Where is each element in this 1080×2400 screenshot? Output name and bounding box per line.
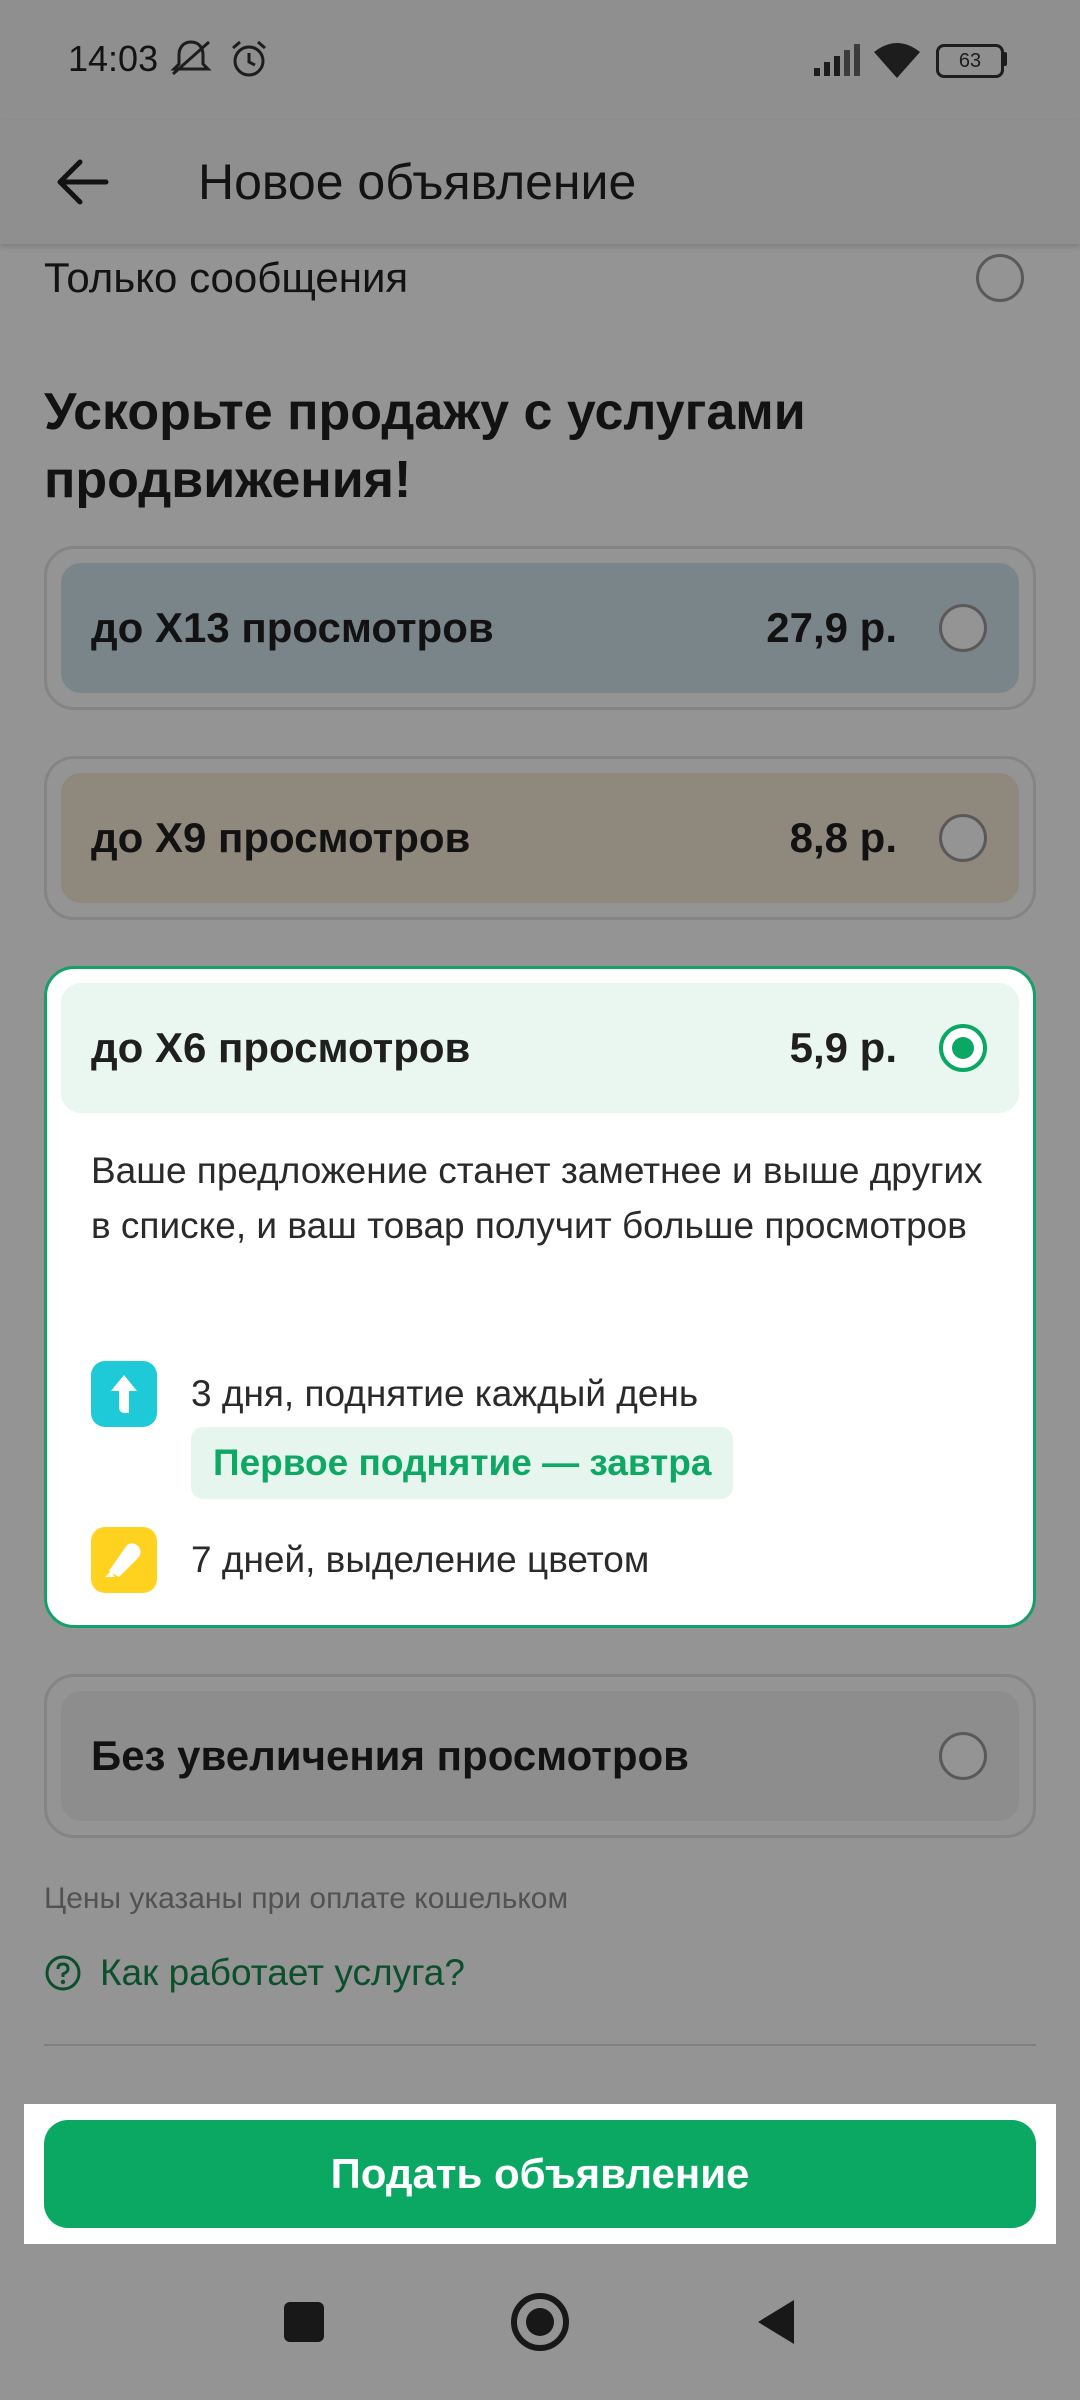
promo-option-x6[interactable]: до X6 просмотров 5,9 р. Ваше предложение… — [44, 966, 1036, 1628]
battery-indicator: 63 — [936, 44, 1004, 78]
notifications-muted-icon — [170, 40, 212, 76]
promo-option-header: Без увеличения просмотров — [61, 1691, 1019, 1821]
app-bar: Новое объявление — [0, 120, 1080, 244]
back-nav-button[interactable] — [740, 2286, 812, 2358]
arrow-back-icon — [57, 159, 109, 205]
feature-text: 3 дня, поднятие каждый день — [191, 1373, 699, 1414]
feature-color-highlight: 7 дней, выделение цветом — [91, 1527, 991, 1597]
highlighter-glyph — [105, 1543, 141, 1577]
wifi-icon — [874, 43, 920, 78]
screen: 14:03 63 Новое объявление Только сообщен… — [0, 0, 1080, 2400]
circle-home-icon — [511, 2293, 569, 2351]
promo-option-header: до X9 просмотров 8,8 р. — [61, 773, 1019, 903]
system-nav-bar — [0, 2244, 1080, 2400]
promo-option-radio[interactable] — [939, 604, 987, 652]
alarm-icon — [232, 40, 266, 77]
promo-option-title: до X13 просмотров — [91, 604, 494, 651]
divider — [44, 2044, 1036, 2046]
bottom-action-panel: Подать объявление — [24, 2104, 1056, 2244]
promo-option-price: 27,9 р. — [766, 604, 897, 651]
promo-heading: Ускорьте продажу с услугами продвижения! — [44, 383, 806, 509]
recents-button[interactable] — [268, 2286, 340, 2358]
arrow-up-glyph — [111, 1375, 137, 1413]
submit-ad-button[interactable]: Подать объявление — [44, 2120, 1036, 2228]
price-note: Цены указаны при оплате кошельком — [44, 1882, 569, 1915]
promo-option-price: 8,8 р. — [789, 814, 897, 861]
promo-option-none[interactable]: Без увеличения просмотров — [44, 1674, 1036, 1838]
messages-only-label: Только сообщения — [44, 254, 409, 301]
square-icon — [284, 2302, 324, 2342]
triangle-back-icon — [758, 2300, 794, 2344]
signal-icon — [814, 44, 860, 76]
feature-text: 7 дней, выделение цветом — [191, 1539, 650, 1580]
highlighter-icon — [91, 1527, 157, 1593]
promo-option-radio-selected[interactable] — [939, 1024, 987, 1072]
promo-option-description: Ваше предложение станет заметнее и выше … — [91, 1150, 983, 1246]
promo-option-radio[interactable] — [939, 814, 987, 862]
status-bar: 14:03 63 — [0, 0, 1080, 120]
promo-option-title: Без увеличения просмотров — [91, 1732, 689, 1779]
first-bump-chip: Первое поднятие — завтра — [191, 1427, 734, 1499]
promo-option-x9[interactable]: до X9 просмотров 8,8 р. — [44, 756, 1036, 920]
messages-only-radio[interactable] — [976, 254, 1024, 302]
arrow-up-icon — [91, 1361, 157, 1427]
promo-option-price: 5,9 р. — [789, 1024, 897, 1071]
promo-option-x13[interactable]: до X13 просмотров 27,9 р. — [44, 546, 1036, 710]
help-icon — [45, 1955, 81, 1991]
how-it-works-label: Как работает услуга? — [100, 1952, 465, 1993]
promo-option-title: до X9 просмотров — [91, 814, 471, 861]
status-time: 14:03 — [68, 38, 159, 79]
page-title: Новое объявление — [198, 154, 637, 210]
promo-option-radio[interactable] — [939, 1732, 987, 1780]
promo-option-header: до X13 просмотров 27,9 р. — [61, 563, 1019, 693]
messages-only-option[interactable]: Только сообщения — [44, 248, 1036, 308]
home-button[interactable] — [504, 2286, 576, 2358]
battery-tip — [1002, 52, 1007, 66]
back-button[interactable] — [44, 140, 128, 224]
promo-option-header: до X6 просмотров 5,9 р. — [61, 983, 1019, 1113]
promo-option-title: до X6 просмотров — [91, 1024, 471, 1071]
feature-daily-bump: 3 дня, поднятие каждый день Первое подня… — [91, 1361, 991, 1511]
